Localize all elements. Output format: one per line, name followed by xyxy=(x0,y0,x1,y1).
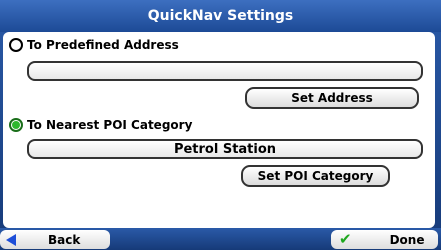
checkmark-icon: ✔ xyxy=(339,230,352,248)
settings-panel: To Predefined Address Set Address To Nea… xyxy=(3,32,435,228)
predefined-address-label: To Predefined Address xyxy=(27,38,179,52)
predefined-address-field[interactable] xyxy=(27,61,423,81)
bottom-bar: Back ✔ Done xyxy=(0,228,441,250)
back-label: Back xyxy=(48,232,81,247)
nearest-poi-option[interactable]: To Nearest POI Category xyxy=(9,118,192,132)
set-poi-category-button[interactable]: Set POI Category xyxy=(241,165,390,187)
nearest-poi-label: To Nearest POI Category xyxy=(27,118,193,132)
quicknav-settings-screen: QuickNav Settings To Predefined Address … xyxy=(0,0,441,250)
nearest-poi-radio-icon[interactable] xyxy=(9,118,23,132)
done-button[interactable]: ✔ Done xyxy=(331,230,438,249)
radio-selected-dot xyxy=(12,121,20,129)
predefined-address-radio-icon[interactable] xyxy=(9,38,23,52)
set-address-button[interactable]: Set Address xyxy=(245,87,419,109)
predefined-address-option[interactable]: To Predefined Address xyxy=(9,38,179,52)
poi-category-field[interactable]: Petrol Station xyxy=(27,139,423,159)
back-button[interactable]: Back xyxy=(0,230,110,249)
left-arrow-icon xyxy=(6,233,16,246)
page-title: QuickNav Settings xyxy=(0,0,441,32)
done-label: Done xyxy=(389,232,425,247)
